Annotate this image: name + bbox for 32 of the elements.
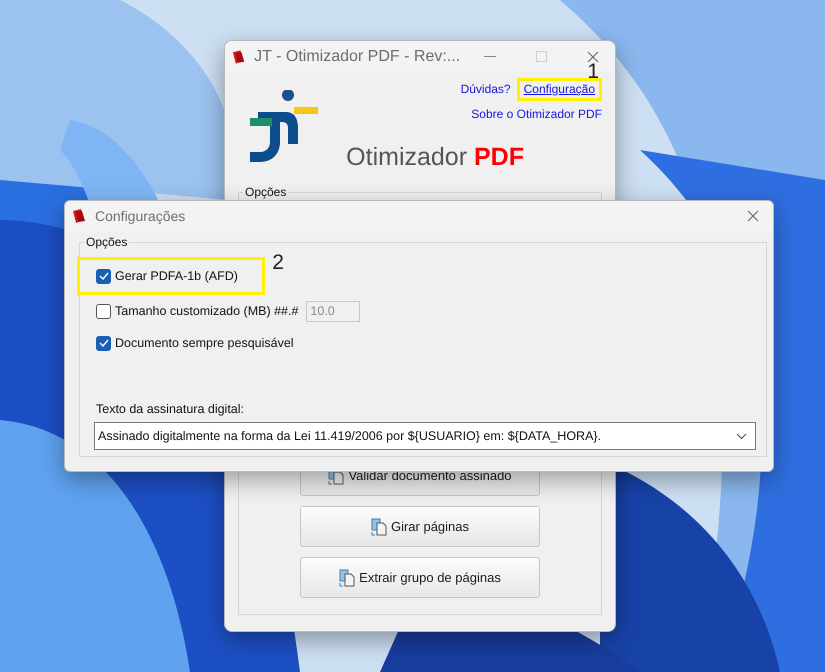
action-button[interactable]: Extrair grupo de páginas — [300, 557, 540, 598]
checkbox[interactable] — [96, 304, 111, 318]
group-label: Opções — [244, 185, 288, 199]
checkbox[interactable] — [96, 336, 111, 350]
app-icon — [71, 208, 87, 224]
app-name: Otimizador PDF — [346, 143, 524, 172]
signature-label: Texto da assinatura digital: — [96, 402, 246, 416]
close-icon — [747, 210, 759, 222]
logo-icon — [250, 90, 320, 162]
annotation-number: 1 — [587, 61, 599, 82]
action-button[interactable]: Girar páginas — [300, 506, 540, 547]
option-label: Tamanho customizado (MB) ##.# — [115, 304, 298, 318]
group-label: Opções — [85, 235, 128, 249]
dialog-title: Configurações — [95, 208, 186, 224]
pages-icon — [339, 568, 356, 586]
app-icon — [231, 48, 246, 64]
link[interactable]: Configuração — [524, 82, 595, 97]
link[interactable]: Dúvidas? — [460, 82, 511, 97]
signature-combobox[interactable]: Assinado digitalmente na forma da Lei 11.419/2006 por ${USUARIO} em: ${DATA_HORA}. — [94, 422, 756, 450]
chevron-icon — [736, 432, 747, 440]
option-label: Gerar PDFA-1b (AFD) — [115, 269, 238, 283]
annotation-number: 2 — [272, 252, 284, 273]
option-label: Documento sempre pesquisável — [115, 336, 294, 350]
checkmark-icon — [98, 272, 108, 280]
window-title: JT - Otimizador PDF - Rev:... — [254, 48, 460, 66]
pages-icon — [370, 518, 387, 536]
maximize-icon — [536, 51, 548, 62]
link[interactable]: Sobre o Otimizador PDF — [471, 107, 602, 121]
minimize-icon — [484, 56, 496, 58]
checkbox[interactable] — [96, 268, 111, 284]
checkmark-icon — [98, 339, 108, 347]
close-icon — [587, 50, 600, 62]
